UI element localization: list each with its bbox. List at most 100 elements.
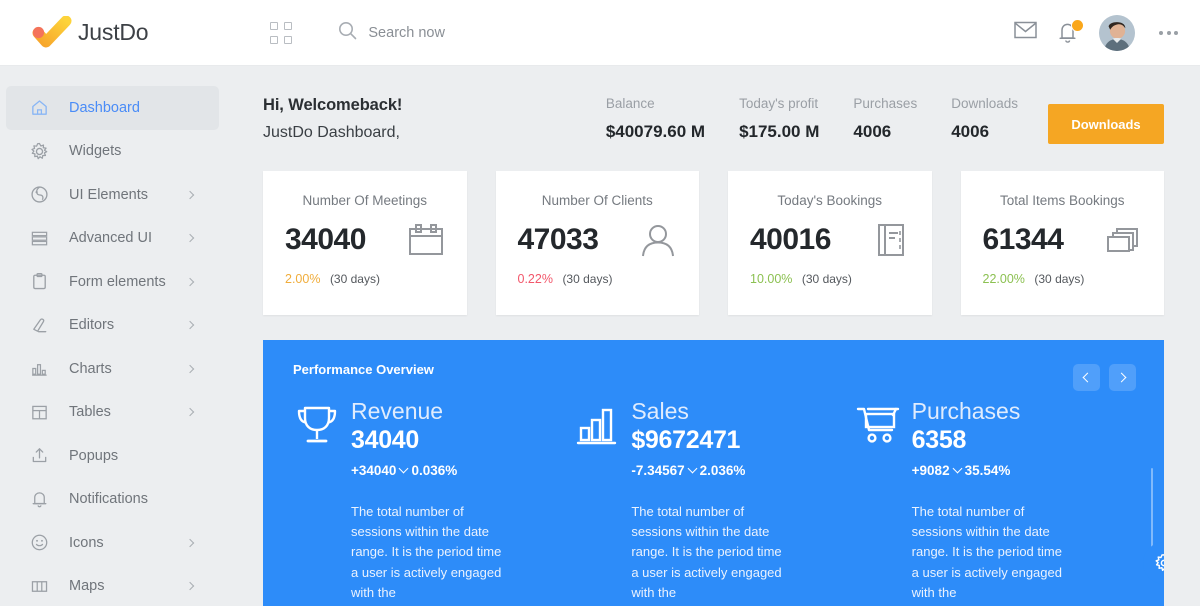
- calendar-icon: [407, 222, 445, 258]
- metric-delta: +34040: [351, 463, 397, 479]
- sidebar-item-form-elements[interactable]: Form elements: [6, 260, 219, 304]
- bar-chart-icon: [28, 358, 50, 380]
- kpi-title: Number Of Meetings: [302, 193, 428, 208]
- settings-fab-button[interactable]: [1143, 542, 1164, 584]
- sidebar-item-ui-elements[interactable]: UI Elements: [6, 173, 219, 217]
- upload-icon: [28, 445, 50, 467]
- kpi-footer: 0.22% (30 days): [518, 272, 678, 286]
- chevron-right-icon: [185, 277, 195, 286]
- search-box[interactable]: [338, 21, 579, 45]
- chevron-right-icon: [1116, 372, 1127, 383]
- downloads-button[interactable]: Downloads: [1048, 104, 1164, 144]
- kpi-percent: 22.00%: [982, 272, 1025, 286]
- kpi-card-todays-bookings[interactable]: Today's Bookings 40016 10.00% (30 days): [728, 171, 932, 315]
- kpi-card-row: Number Of Meetings 34040 2.00% (30 days): [225, 144, 1200, 315]
- kpi-card-clients[interactable]: Number Of Clients 47033 0.22% (30 days): [495, 171, 699, 315]
- chevron-right-icon: [185, 582, 195, 591]
- notification-badge: [1071, 18, 1084, 32]
- metric-description: The total number of sessions within the …: [911, 504, 1062, 600]
- brand-logo[interactable]: JustDo: [32, 15, 149, 50]
- panel-title: Performance Overview: [293, 362, 434, 377]
- metric-name: Sales: [631, 398, 689, 424]
- gear-icon: [28, 140, 50, 162]
- performance-overview-panel: Performance Overview Revenue 34040 +3404…: [263, 340, 1164, 606]
- kpi-period: (30 days): [562, 272, 613, 286]
- eraser-icon: [28, 314, 50, 336]
- sidebar-item-label: UI Elements: [69, 186, 148, 203]
- sidebar-item-label: Form elements: [69, 273, 166, 290]
- page-title: Hi, Welcomeback!: [263, 96, 403, 114]
- stat-value: $175.00 M: [739, 122, 820, 141]
- sidebar-item-label: Icons: [69, 534, 104, 551]
- user-icon: [639, 222, 677, 258]
- chevron-right-icon: [185, 364, 195, 373]
- layers-icon: [28, 227, 50, 249]
- kpi-footer: 2.00% (30 days): [285, 272, 445, 286]
- stat-label: Today's profit: [739, 96, 819, 111]
- sidebar-item-maps[interactable]: Maps: [6, 565, 219, 606]
- kpi-card-meetings[interactable]: Number Of Meetings 34040 2.00% (30 days): [263, 171, 467, 315]
- search-input[interactable]: [368, 24, 579, 41]
- table-icon: [28, 401, 50, 423]
- sidebar-item-editors[interactable]: Editors: [6, 304, 219, 348]
- sidebar-item-popups[interactable]: Popups: [6, 434, 219, 478]
- chevron-right-icon: [185, 234, 195, 243]
- kpi-title: Total Items Bookings: [999, 193, 1125, 208]
- chevron-right-icon: [185, 538, 195, 547]
- kpi-percent: 2.00%: [285, 272, 321, 286]
- metric-name: Purchases: [911, 398, 1021, 424]
- kpi-value: 40016: [750, 223, 831, 256]
- metric-percent: 2.036%: [699, 463, 746, 479]
- metric-delta-row: +34040 0.036%: [351, 463, 457, 478]
- stat-value: 4006: [951, 122, 990, 141]
- grid-apps-icon[interactable]: [270, 21, 293, 44]
- header-stats: Balance $40079.60 M Today's profit $175.…: [606, 96, 1164, 144]
- chevron-down-icon: [398, 463, 409, 474]
- stat-value: $40079.60 M: [605, 122, 706, 141]
- sidebar-item-label: Advanced UI: [69, 230, 153, 247]
- envelope-icon[interactable]: [1014, 21, 1037, 44]
- metric-value: 6358: [911, 426, 967, 455]
- sidebar-item-dashboard[interactable]: Dashboard: [6, 86, 219, 130]
- sidebar-item-label: Maps: [69, 578, 105, 595]
- avatar[interactable]: [1099, 14, 1135, 51]
- metric-columns: Revenue 34040 +34040 0.036% The total nu…: [293, 399, 1134, 603]
- top-bar: JustDo: [0, 0, 1200, 66]
- bell-icon[interactable]: [1057, 18, 1084, 45]
- sidebar-item-tables[interactable]: Tables: [6, 391, 219, 435]
- sidebar-item-label: Dashboard: [69, 99, 140, 116]
- kpi-footer: 22.00% (30 days): [983, 272, 1143, 286]
- next-button[interactable]: [1109, 364, 1136, 391]
- header-stat: Downloads 4006: [951, 96, 1018, 142]
- sidebar-item-notifications[interactable]: Notifications: [6, 478, 219, 522]
- metric-delta: -7.34567: [631, 463, 685, 479]
- prev-button[interactable]: [1073, 364, 1100, 391]
- sidebar-item-label: Notifications: [69, 491, 148, 508]
- stat-value: 4006: [853, 122, 892, 141]
- kpi-percent: 10.00%: [750, 272, 793, 286]
- sidebar-item-advanced-ui[interactable]: Advanced UI: [6, 217, 219, 261]
- palette-icon: [28, 184, 50, 206]
- trophy-icon: [293, 399, 345, 454]
- chevron-right-icon: [185, 190, 195, 199]
- map-icon: [28, 575, 50, 597]
- metric-name: Revenue: [351, 398, 444, 424]
- sidebar-item-label: Widgets: [69, 143, 122, 160]
- copies-icon: [1104, 222, 1142, 258]
- sidebar-item-charts[interactable]: Charts: [6, 347, 219, 391]
- sidebar-item-label: Charts: [69, 360, 112, 377]
- metric-sales: Sales $9672471 -7.34567 2.036% The total…: [573, 399, 853, 603]
- header-stat: Purchases 4006: [853, 96, 917, 142]
- bar-chart-icon: [573, 399, 625, 454]
- sidebar-item-icons[interactable]: Icons: [6, 521, 219, 565]
- kpi-value: 61344: [982, 223, 1064, 256]
- metric-description: The total number of sessions within the …: [351, 504, 502, 600]
- kpi-card-total-items-bookings[interactable]: Total Items Bookings 61344 22.00% (30 da…: [960, 171, 1164, 315]
- chevron-down-icon: [687, 463, 698, 474]
- metric-value: 34040: [351, 426, 420, 455]
- sidebar-item-widgets[interactable]: Widgets: [6, 130, 219, 174]
- search-icon: [338, 21, 357, 45]
- welcome-row: Hi, Welcomeback! JustDo Dashboard, Balan…: [225, 66, 1200, 144]
- stat-label: Downloads: [951, 96, 1018, 111]
- more-dots-icon[interactable]: [1159, 30, 1178, 35]
